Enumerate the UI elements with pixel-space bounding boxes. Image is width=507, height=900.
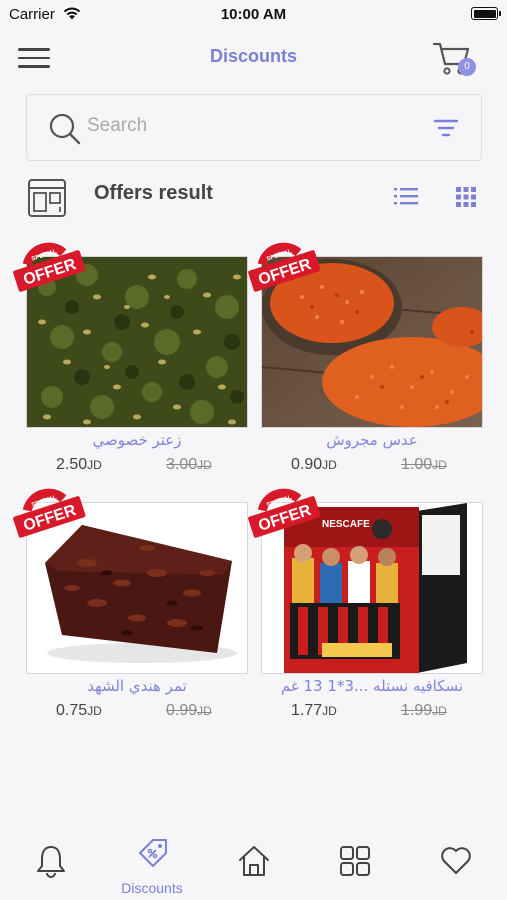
original-price: 1.00JD	[401, 456, 447, 473]
offers-store-icon	[28, 179, 66, 217]
search-bar	[26, 94, 482, 161]
search-icon	[49, 113, 81, 145]
product-image-lentils[interactable]	[261, 256, 483, 428]
current-price: 2.50JD	[56, 456, 102, 473]
original-price: 3.00JD	[166, 456, 212, 473]
tab-home[interactable]	[213, 834, 293, 894]
list-view-icon[interactable]	[393, 186, 419, 206]
tab-categories[interactable]	[314, 834, 394, 894]
bell-icon	[37, 846, 65, 878]
product-name[interactable]: تمر هندي الشهد	[26, 677, 248, 695]
heart-icon	[441, 847, 471, 874]
price-row: 2.50JD 3.00JD	[26, 456, 248, 478]
price-row: 1.77JD 1.99JD	[261, 702, 483, 724]
bottom-tab-bar: Discounts	[0, 828, 507, 900]
product-name[interactable]: نسكافيه نستله ...3*1 13 غم	[261, 677, 483, 695]
grid-icon	[340, 846, 370, 876]
tab-discounts[interactable]: Discounts	[112, 834, 192, 896]
search-input[interactable]	[87, 109, 417, 143]
page-title: Discounts	[209, 46, 297, 66]
cart-button[interactable]: 0	[432, 40, 476, 82]
price-row: 0.90JD 1.00JD	[261, 456, 483, 478]
battery-icon	[471, 7, 501, 20]
current-price: 1.77JD	[291, 702, 337, 719]
product-name[interactable]: عدس مجروش	[261, 431, 483, 449]
discount-tag-icon	[139, 839, 167, 867]
product-image-nescafe[interactable]: NESCAFE	[261, 502, 483, 674]
nescafe-box-text: NESCAFE	[322, 519, 370, 530]
product-image-zaatar[interactable]	[26, 256, 248, 428]
current-price: 0.90JD	[291, 456, 337, 473]
filter-icon[interactable]	[433, 117, 459, 139]
tab-notifications[interactable]	[11, 834, 91, 894]
results-toolbar: Offers result	[0, 172, 507, 222]
cart-count-badge: 0	[458, 58, 476, 76]
original-price: 0.99JD	[166, 702, 212, 719]
price-row: 0.75JD 0.99JD	[26, 702, 248, 724]
grid-view-icon[interactable]	[455, 186, 477, 208]
current-price: 0.75JD	[56, 702, 102, 719]
tab-favorites[interactable]	[415, 834, 495, 894]
product-image-tamarind[interactable]	[26, 502, 248, 674]
results-title: Offers result	[94, 182, 213, 204]
clock: 10:00 AM	[220, 6, 287, 23]
header: Discounts 0	[0, 30, 507, 90]
original-price: 1.99JD	[401, 702, 447, 719]
product-name[interactable]: زعتر خصوصي	[26, 431, 248, 449]
home-icon	[239, 846, 269, 876]
status-bar: Carrier 10:00 AM	[0, 0, 507, 30]
tab-discounts-label: Discounts	[121, 880, 183, 896]
